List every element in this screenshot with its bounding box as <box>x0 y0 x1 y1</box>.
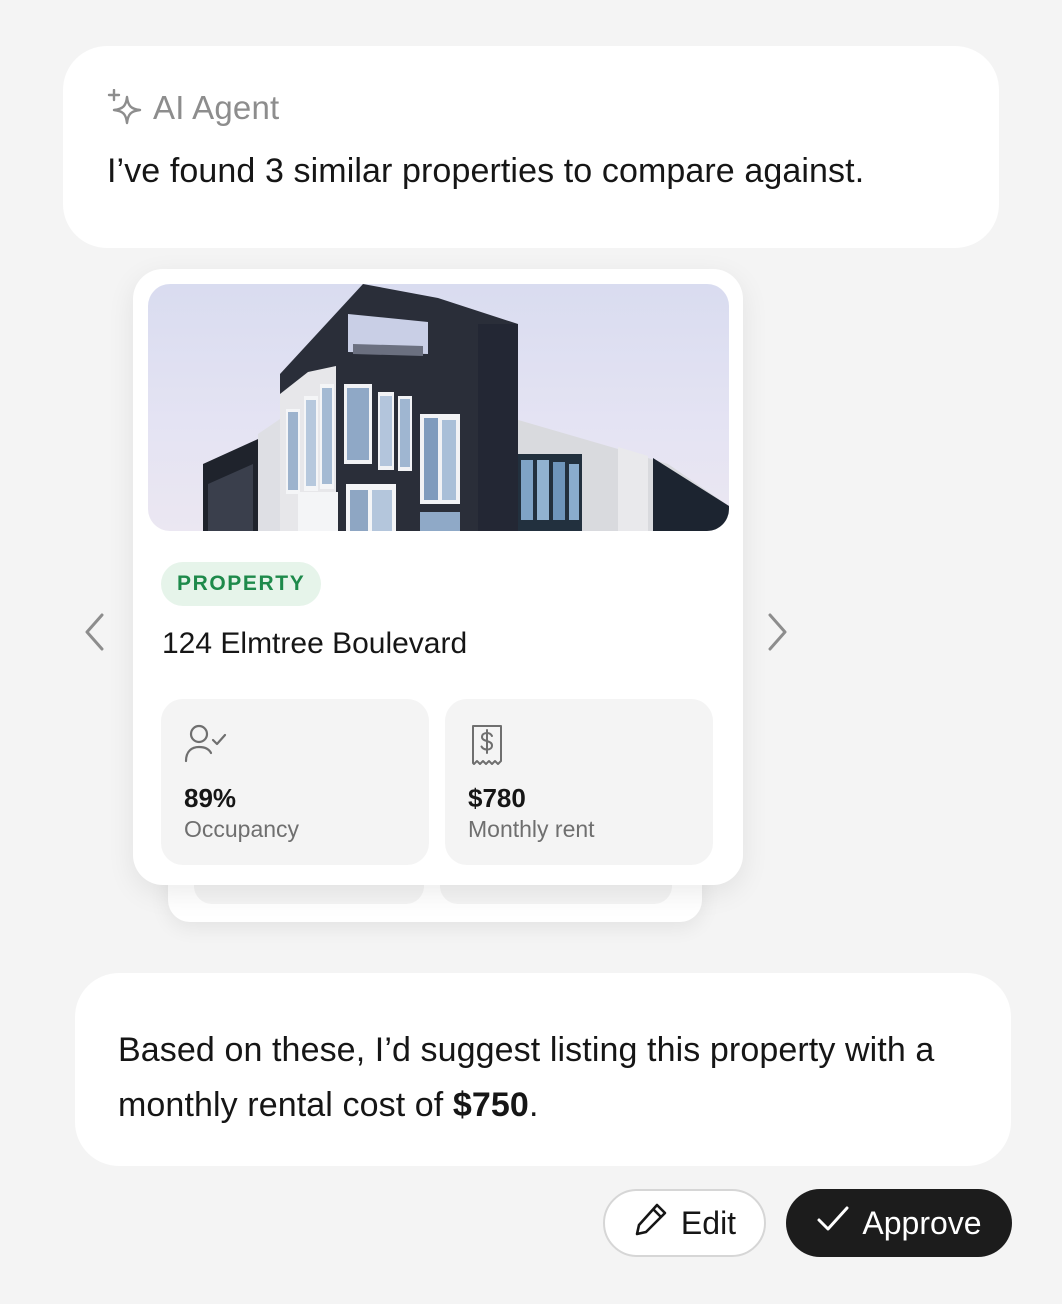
edit-button[interactable]: Edit <box>603 1189 766 1257</box>
occupancy-value: 89% <box>184 783 237 813</box>
monthly-rent-value: $780 <box>468 783 526 813</box>
person-check-icon <box>183 723 229 770</box>
pencil-icon <box>633 1201 669 1245</box>
suggestion-bubble: Based on these, I’d suggest listing this… <box>75 973 1011 1166</box>
edit-label: Edit <box>680 1204 737 1241</box>
receipt-dollar-icon <box>467 723 507 772</box>
modern-apartment-building-photo <box>148 284 729 531</box>
chevron-right-icon <box>767 612 789 657</box>
suggestion-text-end: . <box>528 1086 539 1124</box>
agent-header: AI Agent <box>107 88 955 128</box>
suggested-amount: $750 <box>452 1086 529 1124</box>
agent-message-bubble: AI Agent I’ve found 3 similar properties… <box>63 46 999 248</box>
agent-message-text: I’ve found 3 similar properties to compa… <box>107 152 865 190</box>
occupancy-stat: 89% Occupancy <box>161 699 429 865</box>
monthly-rent-label: Monthly rent <box>468 816 595 842</box>
carousel-prev-button[interactable] <box>74 612 114 656</box>
monthly-rent-stat: $780 Monthly rent <box>445 699 713 865</box>
sparkle-icon <box>107 89 143 127</box>
chevron-left-icon <box>83 612 105 657</box>
property-address: 124 Elmtree Boulevard <box>162 627 468 660</box>
agent-name: AI Agent <box>153 89 280 126</box>
carousel-next-button[interactable] <box>758 612 798 656</box>
chat-view: AI Agent I’ve found 3 similar properties… <box>0 0 1062 1304</box>
occupancy-label: Occupancy <box>184 816 300 842</box>
property-card[interactable]: PROPERTY 124 Elmtree Boulevard 89% Occup… <box>133 269 743 885</box>
checkmark-icon <box>816 1204 850 1242</box>
property-badge: PROPERTY <box>161 562 322 606</box>
approve-label: Approve <box>862 1204 982 1241</box>
approve-button[interactable]: Approve <box>786 1189 1012 1257</box>
